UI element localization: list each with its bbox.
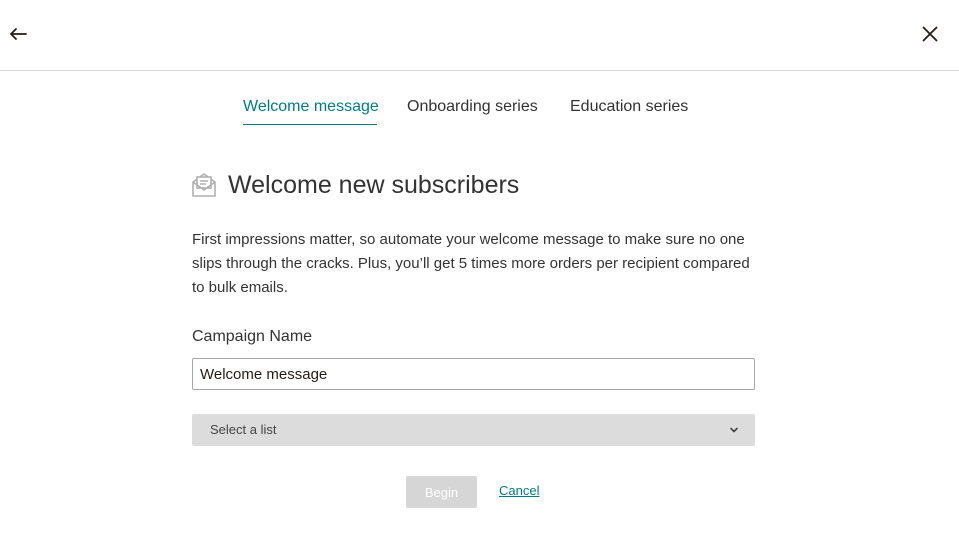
back-button[interactable] bbox=[4, 20, 32, 48]
campaign-name-input[interactable] bbox=[192, 358, 755, 390]
tab-onboarding-series[interactable]: Onboarding series bbox=[407, 96, 538, 126]
list-select-label: Select a list bbox=[210, 422, 277, 437]
page-title: Welcome new subscribers bbox=[228, 170, 520, 199]
top-bar bbox=[0, 0, 959, 71]
tab-welcome-message[interactable]: Welcome message bbox=[243, 96, 379, 125]
cancel-link[interactable]: Cancel bbox=[499, 483, 539, 498]
arrow-left-icon bbox=[10, 28, 27, 40]
begin-button[interactable]: Begin bbox=[406, 476, 477, 508]
list-select-dropdown[interactable]: Select a list bbox=[192, 414, 755, 446]
heading-row: Welcome new subscribers bbox=[192, 168, 519, 202]
close-icon bbox=[922, 26, 938, 42]
campaign-type-tabs: Welcome message Onboarding series Educat… bbox=[0, 96, 959, 126]
tab-education-series[interactable]: Education series bbox=[570, 96, 688, 126]
chevron-down-icon bbox=[730, 427, 738, 433]
close-button[interactable] bbox=[916, 20, 944, 48]
campaign-name-label: Campaign Name bbox=[192, 328, 313, 345]
description-text: First impressions matter, so automate yo… bbox=[192, 231, 750, 296]
envelope-open-icon bbox=[192, 172, 216, 198]
